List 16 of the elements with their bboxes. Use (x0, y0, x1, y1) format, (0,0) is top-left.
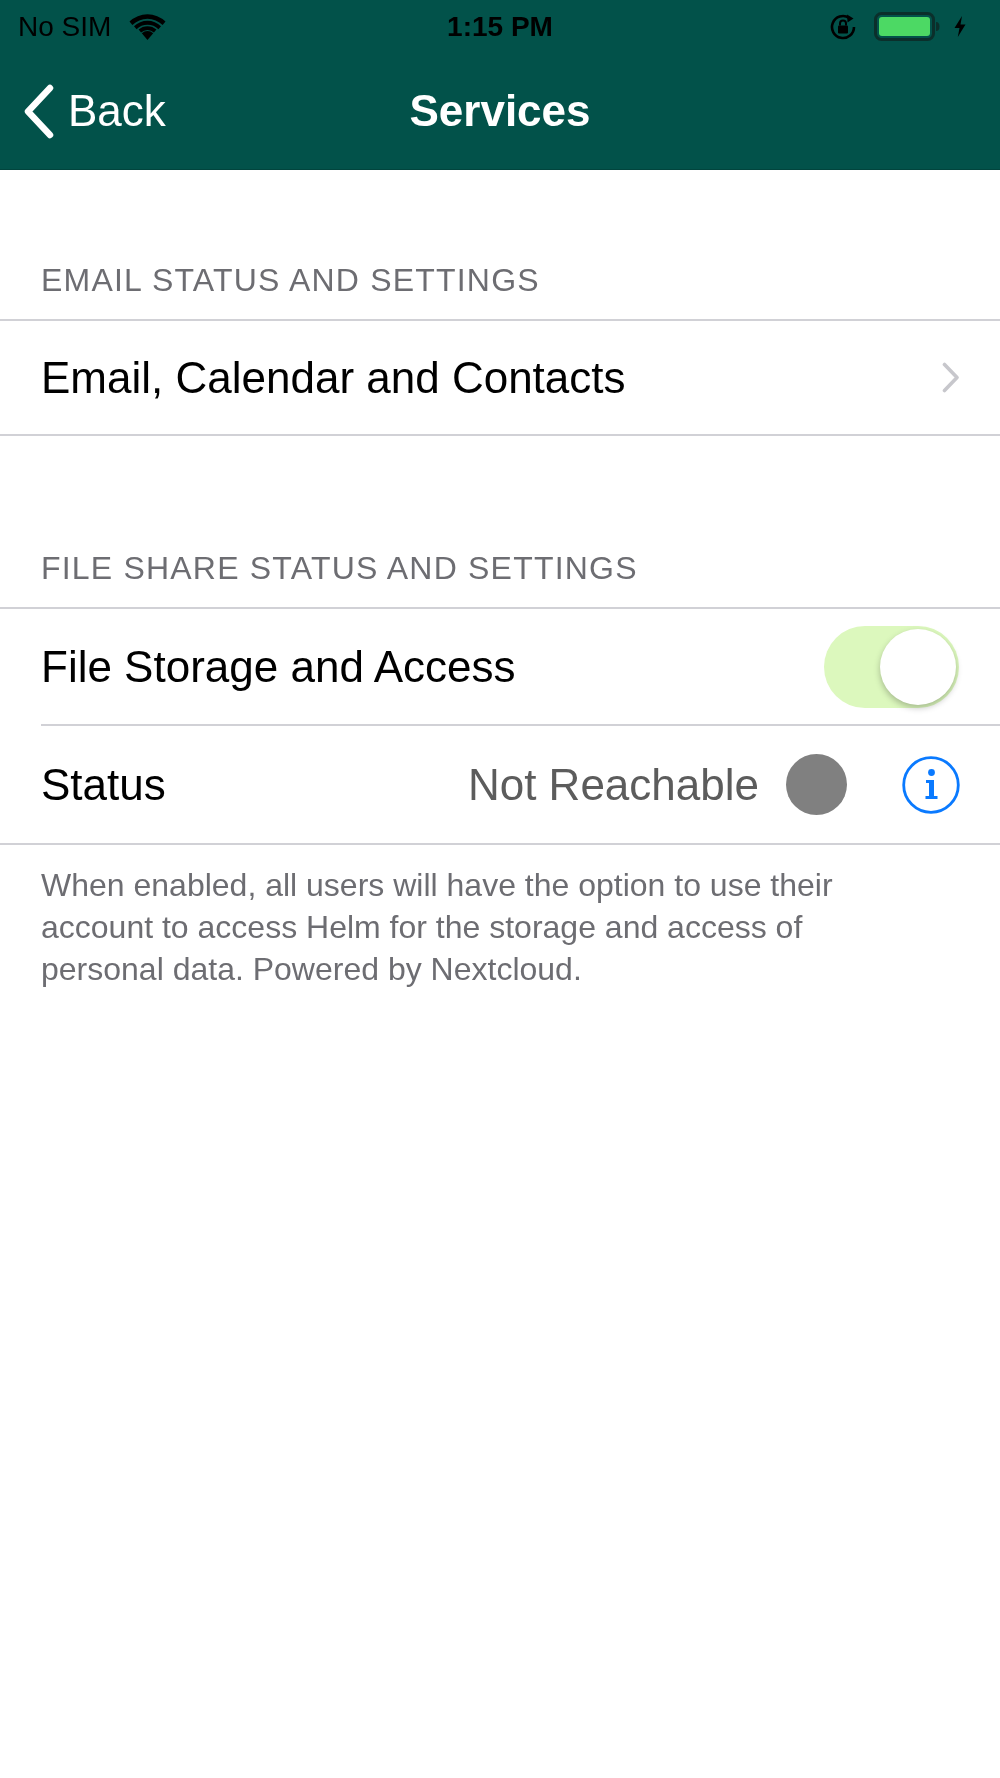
chevron-right-icon (942, 362, 960, 393)
time-text: 1:15 PM (447, 9, 553, 44)
row-label: File Storage and Access (41, 640, 516, 693)
back-chevron-icon (23, 83, 54, 139)
wifi-icon (129, 13, 167, 40)
footer-text: When enabled, all users will have the option to use their account to access Helm for the storage and access of personal data. Powered by Nextcloud. (40, 866, 834, 989)
charging-bolt-icon (954, 16, 966, 37)
status-text: Not Reachable (467, 758, 759, 811)
section-header: EMAIL STATUS AND SETTINGS (41, 261, 540, 299)
back-button[interactable]: Back (0, 78, 166, 144)
info-icon[interactable] (902, 755, 960, 814)
battery-icon (874, 12, 940, 41)
row-label: Status (41, 758, 166, 811)
carrier-text: No SIM (18, 9, 112, 44)
screen-title: Services (409, 85, 591, 137)
section-header: FILE SHARE STATUS AND SETTINGS (41, 549, 638, 587)
